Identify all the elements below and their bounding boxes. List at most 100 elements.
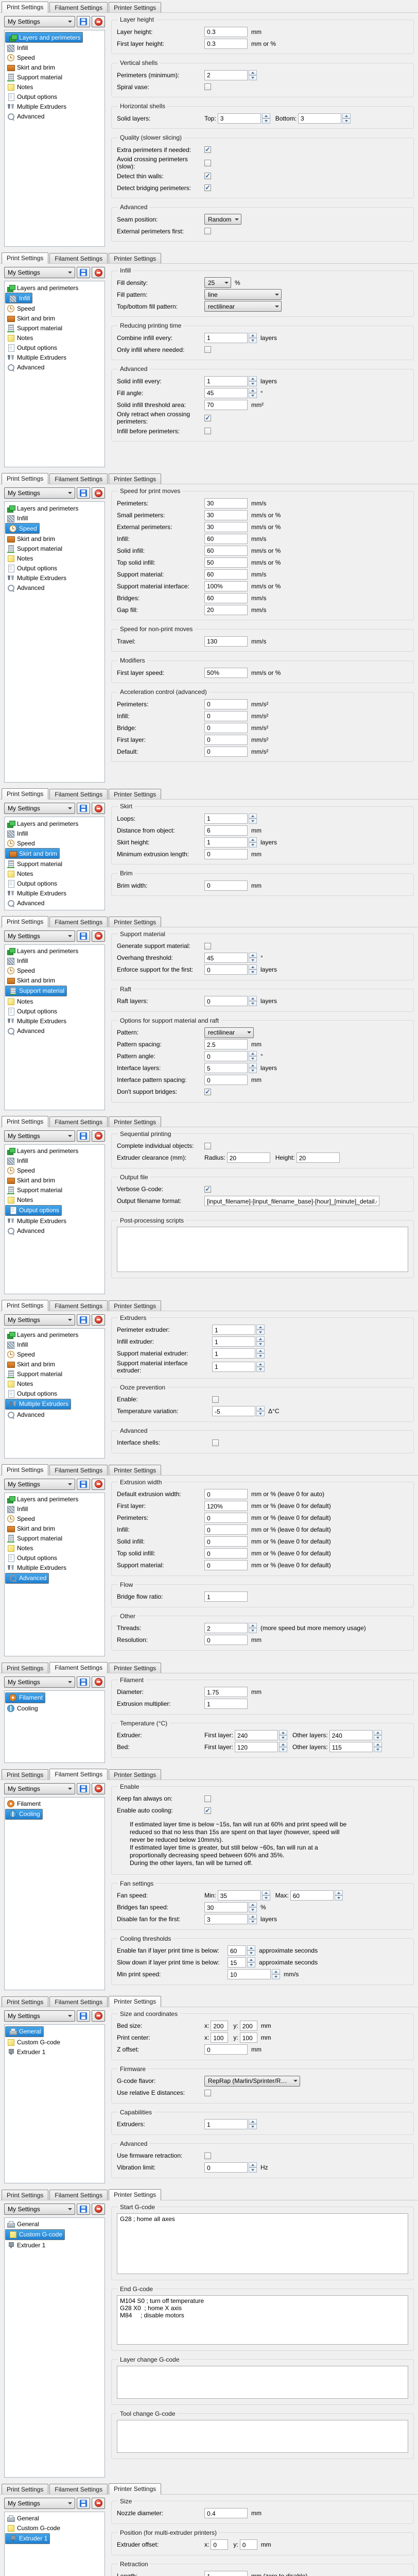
text-input[interactable] [204,593,248,603]
sidebar-item-support-material[interactable]: Support material [5,1534,104,1544]
sidebar-item-custom-g-code[interactable]: Custom G-code [5,2523,104,2533]
checkbox[interactable] [204,83,211,90]
text-input[interactable] [204,557,248,568]
text-input[interactable] [240,2021,257,2031]
spin-up-button[interactable] [272,1969,280,1974]
start-gcode-textarea[interactable]: G28 ; home all axes [117,2213,408,2274]
text-input[interactable] [218,113,261,124]
tab-printer-settings[interactable]: Printer Settings [109,1769,161,1780]
text-input[interactable] [211,2021,228,2031]
sidebar-item-output-options[interactable]: Output options [5,564,104,573]
spin-up-button[interactable] [256,1406,265,1411]
tab-filament-settings[interactable]: Filament Settings [49,473,108,484]
text-input[interactable] [329,1742,373,1752]
spin-down-button[interactable] [272,1974,280,1979]
sidebar-item-multiple-extruders[interactable]: Multiple Extruders [5,1016,104,1026]
tab-filament-settings[interactable]: Filament Settings [49,1116,108,1127]
sidebar-item-notes[interactable]: Notes [5,1195,104,1205]
spin-down-button[interactable] [256,1342,265,1347]
tab-printer-settings[interactable]: Printer Settings [109,1996,161,2007]
text-input[interactable] [204,1687,248,1697]
sidebar-item-extruder-1[interactable]: Extruder 1 [5,2240,104,2250]
tab-print-settings[interactable]: Print Settings [2,473,48,484]
text-input[interactable] [204,747,248,757]
text-input[interactable] [204,1513,248,1523]
text-input[interactable] [204,825,248,836]
text-input[interactable] [204,388,248,398]
sidebar-item-layers-and-perimeters[interactable]: Layers and perimeters [5,819,104,828]
tab-printer-settings[interactable]: Printer Settings [109,1465,161,1475]
spin-down-button[interactable] [256,1367,265,1372]
text-input[interactable] [204,1039,248,1049]
tab-print-settings[interactable]: Print Settings [2,788,48,800]
sidebar-item-layers-and-perimeters[interactable]: Layers and perimeters [5,32,83,43]
dropdown-select[interactable]: rectilinear [204,1027,254,1038]
text-input[interactable] [204,534,248,544]
text-input[interactable] [298,113,341,124]
text-input[interactable] [240,2032,257,2043]
sidebar-item-support-material[interactable]: Support material [5,73,104,82]
tab-print-settings[interactable]: Print Settings [2,1116,48,1127]
sidebar-item-skirt-and-brim[interactable]: Skirt and brim [5,1360,104,1369]
preset-select[interactable]: My Settings [4,1783,75,1794]
sidebar-item-advanced[interactable]: Advanced [5,1573,49,1584]
tab-filament-settings[interactable]: Filament Settings [49,1996,108,2007]
preset-select[interactable]: My Settings [4,1479,75,1490]
tab-filament-settings[interactable]: Filament Settings [49,917,108,927]
spin-up-button[interactable] [249,1623,257,1628]
spin-down-button[interactable] [256,1411,265,1416]
text-input[interactable] [212,1362,255,1372]
save-preset-button[interactable] [77,1130,90,1142]
spin-up-button[interactable] [249,953,257,958]
spin-up-button[interactable] [256,1362,265,1367]
checkbox[interactable]: ✓ [204,173,211,179]
text-input[interactable] [240,2539,257,2550]
dropdown-select[interactable]: Random [204,214,241,225]
preset-select[interactable]: My Settings [4,1314,75,1326]
checkbox[interactable]: ✓ [204,184,211,191]
sidebar-item-cooling[interactable]: Cooling [5,1809,43,1820]
text-input[interactable] [204,1902,248,1912]
text-input[interactable] [204,1051,248,1061]
spin-up-button[interactable] [249,2162,257,2167]
spin-down-button[interactable] [256,1330,265,1335]
spin-down-button[interactable] [249,1056,257,1061]
checkbox[interactable] [204,228,211,234]
text-input[interactable] [204,400,248,410]
sidebar-item-general[interactable]: General [5,2026,44,2037]
tab-printer-settings[interactable]: Printer Settings [109,917,161,927]
text-input[interactable] [204,996,248,1006]
dropdown-select[interactable]: rectilinear [204,301,282,312]
checkbox[interactable] [204,1795,211,1802]
sidebar-item-infill[interactable]: Infill [5,43,104,53]
text-input[interactable] [235,1730,278,1740]
delete-preset-button[interactable] [92,267,105,278]
sidebar-item-infill[interactable]: Infill [5,1504,104,1514]
text-input[interactable] [204,1591,248,1602]
text-input[interactable] [204,964,248,975]
sidebar-item-notes[interactable]: Notes [5,996,104,1006]
spin-down-button[interactable] [249,970,257,975]
tab-print-settings[interactable]: Print Settings [2,252,48,264]
spin-up-button[interactable] [342,113,351,118]
text-input[interactable] [204,849,248,859]
spin-down-button[interactable] [342,118,351,124]
text-input[interactable] [204,522,248,532]
tab-filament-settings[interactable]: Filament Settings [49,253,108,263]
text-input[interactable] [204,498,248,509]
sidebar-item-skirt-and-brim[interactable]: Skirt and brim [5,314,104,324]
spin-up-button[interactable] [249,1063,257,1068]
text-input[interactable] [204,2044,248,2055]
text-input[interactable] [204,333,248,343]
spin-up-button[interactable] [249,2119,257,2124]
sidebar-item-multiple-extruders[interactable]: Multiple Extruders [5,1563,104,1573]
spin-down-button[interactable] [249,1068,257,1073]
sidebar-item-support-material[interactable]: Support material [5,986,67,996]
dropdown-select[interactable]: 25 [204,277,231,288]
spin-up-button[interactable] [256,1336,265,1342]
text-input[interactable] [204,1196,379,1206]
text-input[interactable] [204,1501,248,1511]
spin-up-button[interactable] [249,333,257,338]
spin-down-button[interactable] [249,1628,257,1633]
sidebar-item-multiple-extruders[interactable]: Multiple Extruders [5,573,104,583]
